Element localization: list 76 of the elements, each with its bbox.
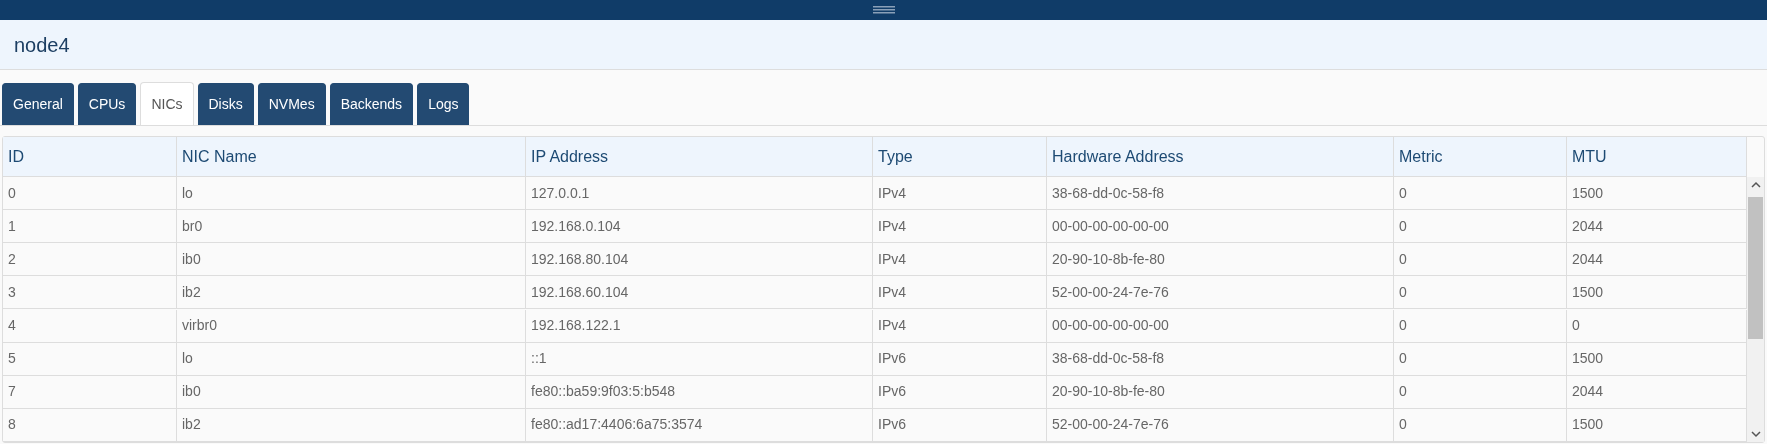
table-cell: 38-68-dd-0c-58-f8 xyxy=(1047,177,1394,210)
table-cell: 0 xyxy=(1394,375,1567,409)
table-cell: IPv6 xyxy=(873,408,1047,442)
table-cell: 0 xyxy=(1567,309,1747,343)
table-cell: 1500 xyxy=(1567,276,1747,310)
table-cell: br0 xyxy=(177,210,526,244)
table-cell: 1500 xyxy=(1567,177,1747,210)
table-cell: IPv4 xyxy=(873,177,1047,210)
table-cell: IPv6 xyxy=(873,375,1047,409)
table-cell: 2044 xyxy=(1567,243,1747,277)
table-cell: 1500 xyxy=(1567,408,1747,442)
table-cell: 20-90-10-8b-fe-80 xyxy=(1047,243,1394,277)
column-header[interactable]: ID xyxy=(3,137,177,177)
column-header[interactable]: MTU xyxy=(1567,137,1747,177)
node-title: node4 xyxy=(14,32,70,58)
table-cell: 0 xyxy=(1394,276,1567,310)
table-cell: 0 xyxy=(1394,243,1567,277)
table-cell: 2044 xyxy=(1567,375,1747,409)
table-cell: 0 xyxy=(1394,342,1567,376)
table-cell: fe80::ad17:4406:6a75:3574 xyxy=(526,408,873,442)
table-cell: lo xyxy=(177,342,526,376)
table-cell: 127.0.0.1 xyxy=(526,177,873,210)
tab[interactable]: General xyxy=(2,83,74,125)
table-cell: 7 xyxy=(3,375,177,409)
table-cell: 0 xyxy=(1394,408,1567,442)
table-cell: 52-00-00-24-7e-76 xyxy=(1047,408,1394,442)
table-cell: lo xyxy=(177,177,526,210)
table-cell: 20-90-10-8b-fe-80 xyxy=(1047,375,1394,409)
table-cell: 192.168.60.104 xyxy=(526,276,873,310)
table-cell: 00-00-00-00-00-00 xyxy=(1047,309,1394,343)
table-cell: IPv4 xyxy=(873,243,1047,277)
table-cell: IPv4 xyxy=(873,309,1047,343)
scrollbar-thumb[interactable] xyxy=(1748,197,1763,339)
table-cell: 0 xyxy=(1394,177,1567,210)
tab[interactable]: Logs xyxy=(417,83,470,125)
table-cell: 0 xyxy=(3,177,177,210)
scroll-down-icon[interactable] xyxy=(1750,430,1761,438)
table-cell: fe80::ba59:9f03:5:b548 xyxy=(526,375,873,409)
table-cell: ib0 xyxy=(177,375,526,409)
table-cell: 52-00-00-24-7e-76 xyxy=(1047,276,1394,310)
table-cell: 1500 xyxy=(1567,342,1747,376)
drag-handle-icon[interactable] xyxy=(872,6,895,14)
table-cell: IPv6 xyxy=(873,342,1047,376)
table-cell: 192.168.122.1 xyxy=(526,309,873,343)
tab[interactable]: Disks xyxy=(197,83,254,125)
column-header[interactable]: Metric xyxy=(1394,137,1567,177)
table-cell: 0 xyxy=(1394,309,1567,343)
table-cell: 2044 xyxy=(1567,210,1747,244)
table-cell: 1 xyxy=(3,210,177,244)
table-cell: IPv4 xyxy=(873,210,1047,244)
scroll-up-icon[interactable] xyxy=(1750,181,1761,189)
scrollbar[interactable] xyxy=(1747,177,1764,442)
table-cell: 4 xyxy=(3,309,177,343)
column-header[interactable]: IP Address xyxy=(526,137,873,177)
table-cell: IPv4 xyxy=(873,276,1047,310)
table-cell: virbr0 xyxy=(177,309,526,343)
tab[interactable]: NICs xyxy=(140,82,194,125)
table-cell: ::1 xyxy=(526,342,873,376)
table-cell: 2 xyxy=(3,243,177,277)
table-cell: 00-00-00-00-00-00 xyxy=(1047,210,1394,244)
tab[interactable]: Backends xyxy=(329,83,414,125)
column-header[interactable]: Hardware Address xyxy=(1047,137,1394,177)
table-cell: 192.168.0.104 xyxy=(526,210,873,244)
table-cell: 5 xyxy=(3,342,177,376)
tab[interactable]: CPUs xyxy=(77,83,137,125)
column-header[interactable]: NIC Name xyxy=(177,137,526,177)
table-cell: 0 xyxy=(1394,210,1567,244)
table-cell: 38-68-dd-0c-58-f8 xyxy=(1047,342,1394,376)
table-cell: 192.168.80.104 xyxy=(526,243,873,277)
column-header[interactable]: Type xyxy=(873,137,1047,177)
table-cell: 8 xyxy=(3,408,177,442)
table-cell: ib0 xyxy=(177,243,526,277)
table-cell: 3 xyxy=(3,276,177,310)
table-cell: ib2 xyxy=(177,408,526,442)
tab[interactable]: NVMes xyxy=(257,83,326,125)
table-cell: ib2 xyxy=(177,276,526,310)
